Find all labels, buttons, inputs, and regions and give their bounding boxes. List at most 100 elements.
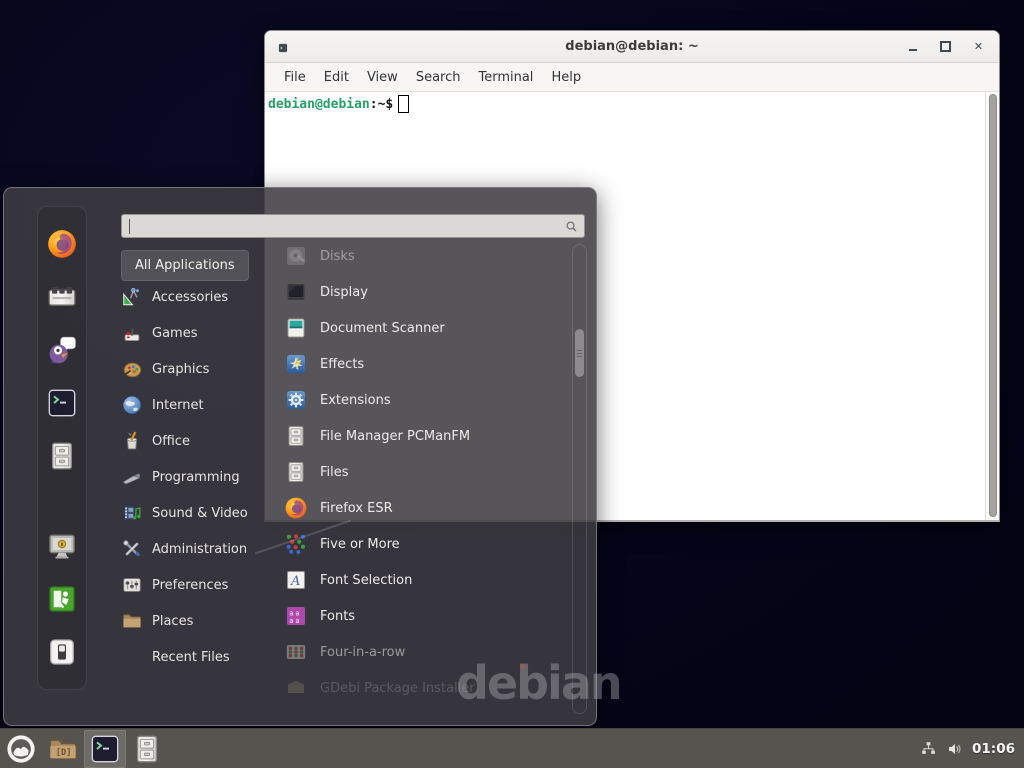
preferences-icon (121, 574, 143, 596)
sound-video-icon (121, 502, 143, 524)
close-icon: ✕ (974, 41, 983, 52)
sidebar-lock-screen-button[interactable] (45, 529, 79, 563)
volume-icon (946, 740, 964, 758)
category-programming[interactable]: Programming (121, 459, 271, 495)
category-label: Internet (152, 398, 204, 413)
sidebar-pidgin-button[interactable] (45, 333, 79, 367)
network-icon[interactable] (920, 740, 937, 757)
games-icon (121, 322, 143, 344)
category-places[interactable]: Places (121, 603, 271, 639)
category-accessories[interactable]: Accessories (121, 279, 271, 315)
file-cabinet-icon (284, 424, 308, 448)
terminal-menu-terminal[interactable]: Terminal (469, 67, 542, 88)
app-files[interactable]: Files (284, 454, 570, 490)
app-document-scanner[interactable]: Document Scanner (284, 310, 570, 346)
all-applications-button[interactable]: All Applications (121, 250, 249, 281)
sidebar-log-out-button[interactable] (45, 582, 79, 616)
app-firefox-esr[interactable]: Firefox ESR (284, 490, 570, 526)
app-label: Firefox ESR (320, 501, 393, 516)
app-effects[interactable]: Effects (284, 346, 570, 382)
category-preferences[interactable]: Preferences (121, 567, 271, 603)
terminal-scrollbar-thumb[interactable] (989, 94, 997, 517)
terminal-menu-view[interactable]: View (358, 67, 407, 88)
search-input[interactable] (122, 215, 564, 237)
taskbar-terminal-button[interactable] (84, 730, 126, 768)
app-gdebi-package-installer[interactable]: GDebi Package Installer (284, 670, 570, 706)
desktop: debian@debian: ~ ✕ FileEditViewSearchTer… (0, 0, 1024, 768)
file-cabinet-icon (284, 460, 308, 484)
fonts-icon: a aa a (284, 604, 308, 628)
menu-scrollbar[interactable] (572, 244, 587, 714)
sidebar-firefox-button[interactable] (45, 227, 79, 261)
app-label: Four-in-a-row (320, 645, 405, 660)
category-label: Accessories (152, 290, 228, 305)
app-font-selection[interactable]: A Font Selection (284, 562, 570, 598)
sidebar-settings-button[interactable] (45, 280, 79, 314)
sidebar-quit-button[interactable] (45, 635, 79, 669)
category-games[interactable]: Games (121, 315, 271, 351)
all-applications-label: All Applications (135, 258, 235, 273)
app-extensions[interactable]: Extensions (284, 382, 570, 418)
settings-panel-icon (46, 281, 78, 313)
sidebar-files-button[interactable] (45, 439, 79, 473)
maximize-icon (940, 41, 951, 52)
terminal-scrollbar[interactable] (985, 92, 999, 520)
app-fonts[interactable]: a aa a Fonts (284, 598, 570, 634)
category-recent-files[interactable]: Recent Files (121, 639, 271, 675)
category-administration[interactable]: Administration (121, 531, 271, 567)
disks-icon (284, 244, 308, 268)
category-internet[interactable]: Internet (121, 387, 271, 423)
font-selection-icon: A (284, 568, 308, 592)
terminal-menu-search[interactable]: Search (407, 67, 470, 88)
app-label: Fonts (320, 609, 355, 624)
category-graphics[interactable]: Graphics (121, 351, 271, 387)
category-office[interactable]: Office (121, 423, 271, 459)
five-or-more-icon (284, 532, 308, 556)
terminal-mini-icon (276, 41, 290, 55)
close-button[interactable]: ✕ (970, 38, 987, 55)
terminal-title: debian@debian: ~ (265, 39, 999, 54)
app-five-or-more[interactable]: Five or More (284, 526, 570, 562)
accessories-icon (121, 286, 143, 308)
network-icon (920, 740, 937, 757)
taskbar-files-button[interactable]: [D] (42, 730, 84, 768)
menu-scrollbar-thumb[interactable] (575, 329, 584, 377)
folder-debian-icon: [D] (47, 733, 79, 765)
extensions-icon (284, 388, 308, 412)
internet-icon (121, 394, 143, 416)
app-four-in-a-row[interactable]: Four-in-a-row (284, 634, 570, 670)
terminal-titlebar[interactable]: debian@debian: ~ ✕ (265, 31, 999, 63)
search-box[interactable] (121, 214, 585, 238)
lock-screen-icon (46, 530, 78, 562)
app-disks[interactable]: Disks (284, 238, 570, 274)
terminal-menu-file[interactable]: File (275, 67, 315, 88)
terminal-menu-help[interactable]: Help (542, 67, 590, 88)
search-icon (564, 219, 579, 234)
terminal-icon (46, 387, 78, 419)
svg-text:[D]: [D] (56, 748, 72, 758)
app-display[interactable]: Display (284, 274, 570, 310)
clock[interactable]: 01:06 (972, 741, 1015, 757)
category-label: Administration (152, 542, 247, 557)
search-icon (564, 219, 579, 234)
firefox-icon (284, 496, 308, 520)
minimize-button[interactable] (904, 38, 921, 55)
minimize-icon (909, 49, 917, 51)
places-icon (121, 610, 143, 632)
taskbar-menu-button[interactable] (0, 730, 42, 768)
svg-text:a a: a a (289, 617, 299, 625)
taskbar-file-manager-button[interactable] (126, 730, 168, 768)
category-sound-video[interactable]: Sound & Video (121, 495, 271, 531)
app-file-manager-pcmanfm[interactable]: File Manager PCManFM (284, 418, 570, 454)
app-label: Font Selection (320, 573, 412, 588)
app-label: Extensions (320, 393, 391, 408)
app-label: Five or More (320, 537, 400, 552)
maximize-button[interactable] (937, 38, 954, 55)
sidebar-terminal-button[interactable] (45, 386, 79, 420)
app-label: Display (320, 285, 368, 300)
volume-icon[interactable] (946, 740, 963, 757)
display-icon (284, 280, 308, 304)
terminal-cursor (398, 95, 409, 113)
terminal-menu-edit[interactable]: Edit (315, 67, 358, 88)
app-label: Document Scanner (320, 321, 445, 336)
